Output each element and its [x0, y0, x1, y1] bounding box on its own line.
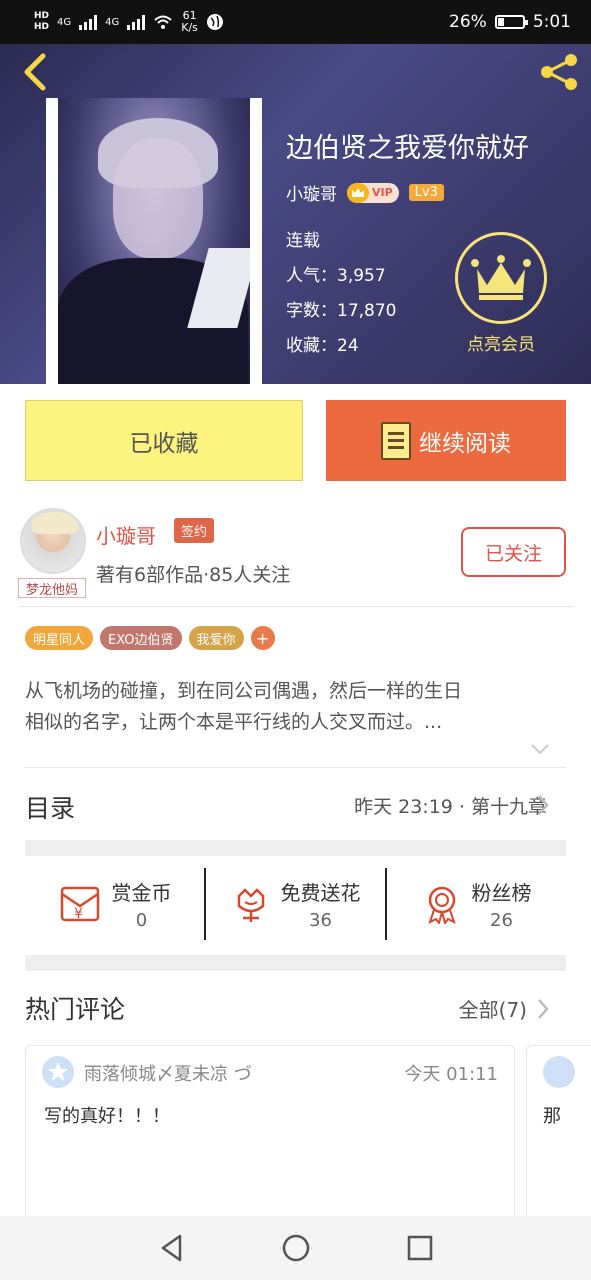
summary-line-1: 从飞机场的碰撞，到在同公司偶遇，然后一样的生日: [25, 680, 463, 702]
summary-line-2: 相似的名字，让两个本是平行线的人交叉而过。...: [25, 711, 443, 733]
tag-item[interactable]: 明星同人: [25, 626, 94, 650]
back-triangle-icon[interactable]: [158, 1233, 186, 1263]
toc-title[interactable]: 目录: [25, 789, 75, 825]
words-stat: 字数：17,870: [286, 294, 396, 329]
book-cover[interactable]: [46, 98, 262, 384]
chevron-down-icon[interactable]: [530, 742, 550, 756]
comment-card[interactable]: 雨落倾城〆夏未凉 づ 今天 01:11 写的真好！！！: [25, 1045, 515, 1225]
comment-text: 写的真好！！！: [44, 1106, 170, 1127]
section-divider: [25, 840, 566, 856]
comment-user[interactable]: 雨落倾城〆夏未凉 づ: [84, 1060, 252, 1086]
popularity-label: 人气：: [286, 266, 337, 286]
avatar[interactable]: [20, 508, 86, 574]
book-icon: [381, 421, 411, 460]
words-value: 17,870: [337, 301, 397, 321]
author-link[interactable]: 小璇哥: [286, 180, 337, 205]
home-circle-icon[interactable]: [281, 1233, 311, 1263]
recents-square-icon[interactable]: [406, 1234, 434, 1262]
popularity-stat: 人气：3,957: [286, 259, 396, 294]
signal-icon: [127, 14, 146, 30]
reward-fans-label: 粉丝榜: [471, 881, 532, 905]
reward-fans-count: 26: [490, 910, 513, 931]
comment-text: 那: [543, 1106, 561, 1127]
divider: [20, 606, 574, 607]
speed-unit: K/s: [181, 21, 198, 34]
tag-item[interactable]: EXO边伯贤: [100, 626, 182, 650]
favorites-label: 收藏：: [286, 336, 337, 356]
user-avatar-icon: [42, 1056, 74, 1088]
back-arrow-icon: [24, 53, 46, 91]
clock: 5:01: [532, 12, 571, 32]
svg-text:¥: ¥: [74, 906, 83, 922]
continue-reading-button[interactable]: 继续阅读: [326, 400, 566, 481]
wifi-icon: [154, 15, 172, 29]
user-avatar-icon: [543, 1056, 575, 1088]
signal-icon: [79, 14, 98, 30]
signal-label-1: 4G: [57, 16, 72, 28]
battery-icon: [494, 15, 528, 29]
hd-label-2: HD: [34, 22, 50, 32]
chevron-right-icon[interactable]: [536, 794, 550, 816]
globe-icon: [206, 14, 223, 30]
favorites-stat: 收藏：24: [286, 329, 396, 364]
crown-icon: [347, 182, 369, 203]
favorites-value: 24: [337, 336, 359, 356]
follow-button[interactable]: 已关注: [461, 527, 566, 577]
vip-label: VIP: [372, 186, 393, 199]
reward-coins-count: 0: [135, 910, 148, 931]
red-envelope-icon: ¥: [60, 886, 99, 922]
latest-chapter[interactable]: 昨天 23:19 · 第十九章: [354, 792, 547, 819]
favorited-button[interactable]: 已收藏: [25, 400, 303, 481]
book-summary[interactable]: 从飞机场的碰撞，到在同公司偶遇，然后一样的生日 相似的名字，让两个本是平行线的人…: [25, 676, 565, 738]
hot-comments-title: 热门评论: [25, 995, 126, 1024]
comment-time: 今天 01:11: [404, 1064, 498, 1085]
reward-row: ¥ 赏金币 0 免费送花 36 粉丝榜 26: [25, 868, 566, 940]
reward-flowers-label: 免费送花: [280, 881, 361, 905]
status-bar: HD HD 4G 4G 61 K/s 26% 5:01: [0, 0, 591, 44]
reward-coins-label: 赏金币: [111, 881, 172, 905]
tag-item[interactable]: 我爱你: [188, 626, 244, 650]
member-button[interactable]: 点亮会员: [446, 232, 556, 355]
medal-icon: [427, 886, 456, 924]
author-row: 小璇哥 VIP Lv3: [286, 180, 444, 205]
book-header: 边伯贤之我爱你就好 小璇哥 VIP Lv3 连载 人气：3,957 字数：17,…: [0, 44, 591, 384]
signed-badge: 签约: [174, 518, 215, 543]
all-comments-link[interactable]: 全部(7): [459, 994, 527, 1023]
reward-fans[interactable]: 粉丝榜 26: [385, 868, 566, 940]
add-tag-icon[interactable]: +: [250, 626, 275, 650]
battery-percent: 26%: [449, 12, 487, 32]
author-name[interactable]: 小璇哥: [96, 520, 156, 549]
level-badge: Lv3: [408, 184, 444, 201]
serial-status: 连载: [286, 231, 320, 251]
continue-reading-label: 继续阅读: [419, 430, 511, 457]
book-title: 边伯贤之我爱你就好: [286, 133, 529, 164]
signal-label-2: 4G: [105, 16, 120, 28]
system-nav-bar: [0, 1216, 591, 1280]
member-label: 点亮会员: [467, 335, 535, 355]
hd-label-1: HD: [34, 11, 50, 21]
vip-badge: VIP: [347, 182, 399, 203]
words-label: 字数：: [286, 301, 337, 321]
divider: [25, 767, 566, 768]
book-stats: 连载 人气：3,957 字数：17,870 收藏：24: [286, 224, 396, 364]
section-divider: [25, 955, 566, 971]
comment-card[interactable]: 那: [526, 1045, 591, 1225]
author-meta: 著有6部作品·85人关注: [96, 564, 291, 586]
popularity-value: 3,957: [337, 266, 386, 286]
reward-flowers-count: 36: [309, 910, 332, 931]
net-speed: 61 K/s: [181, 10, 198, 34]
avatar-tag: 梦龙他妈: [18, 578, 86, 598]
hd-indicator: HD HD: [34, 11, 49, 33]
crown-icon: [455, 232, 547, 324]
reward-coins[interactable]: ¥ 赏金币 0: [25, 868, 204, 940]
share-icon[interactable]: [537, 50, 581, 94]
tag-list: 明星同人 EXO边伯贤 我爱你 +: [25, 626, 275, 650]
back-button[interactable]: [14, 52, 54, 92]
chevron-right-icon[interactable]: [536, 998, 550, 1020]
reward-flowers[interactable]: 免费送花 36: [204, 868, 385, 940]
flower-icon: [237, 888, 264, 922]
